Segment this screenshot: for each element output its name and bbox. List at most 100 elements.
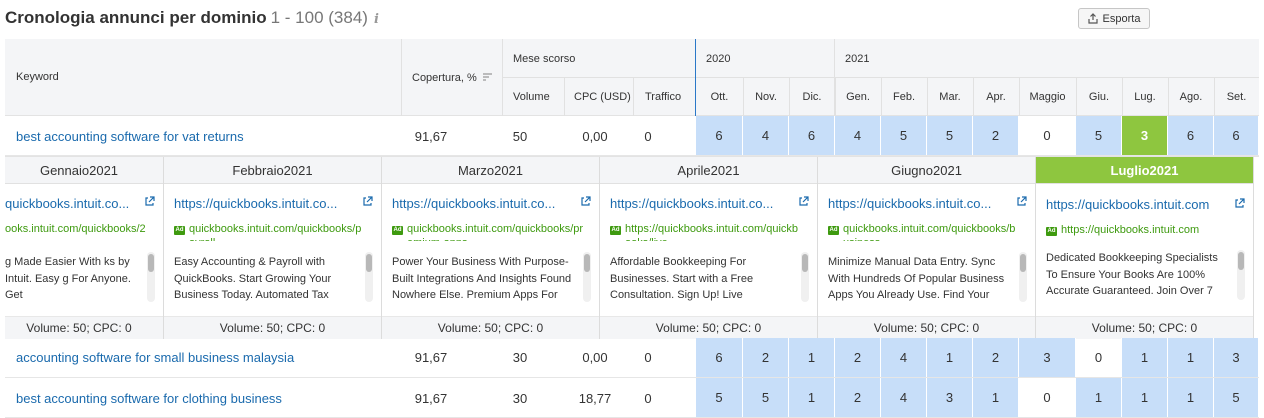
position-cell[interactable]: 5: [1214, 378, 1259, 417]
month-header: Dic.: [802, 91, 822, 103]
position-cell[interactable]: 1: [973, 378, 1019, 417]
position-cell[interactable]: 4: [881, 378, 927, 417]
month-header: Set.: [1226, 91, 1247, 103]
ad-month: Aprile2021: [600, 157, 817, 184]
col-coverage[interactable]: Copertura, %: [412, 72, 493, 84]
info-icon[interactable]: i: [374, 12, 379, 27]
ad-display-url: Ad https://quickbooks.intuit.com: [1046, 224, 1200, 236]
ad-month: Giugno2021: [818, 157, 1035, 184]
month-header: Mar.: [939, 91, 961, 103]
ad-scrollbar[interactable]: [1237, 250, 1245, 300]
position-cell[interactable]: 6: [789, 116, 835, 155]
keyword-link[interactable]: accounting software for small business m…: [16, 350, 294, 365]
coverage-value: 91,67: [414, 129, 448, 144]
ad-card: Marzo2021 https://quickbooks.intuit.co..…: [382, 157, 600, 339]
position-cell[interactable]: 1: [1168, 378, 1214, 417]
position-cell[interactable]: 3: [1122, 116, 1168, 155]
ad-description: Easy Accounting & Payroll with QuickBook…: [174, 256, 332, 301]
ad-scrollbar[interactable]: [801, 252, 809, 302]
traffic-value: 0: [644, 129, 652, 144]
external-link-icon[interactable]: [1016, 196, 1027, 207]
ad-stats: Volume: 50; CPC: 0: [382, 316, 599, 339]
position-cell[interactable]: 1: [789, 378, 835, 417]
ad-url-link[interactable]: https://quickbooks.intuit.co...: [174, 196, 337, 211]
ad-scrollbar[interactable]: [1019, 252, 1027, 302]
position-cell[interactable]: 2: [973, 338, 1019, 377]
col-cpc[interactable]: CPC (USD): [574, 91, 631, 103]
position-cell[interactable]: 3: [927, 378, 973, 417]
ad-display-url-tail: ayroll: [189, 237, 215, 241]
page-title: Cronologia annunci per dominio 1 - 100 (3…: [5, 8, 379, 28]
position-cell[interactable]: 4: [881, 338, 927, 377]
month-header: Gen.: [846, 91, 870, 103]
ad-stats: Volume: 50; CPC: 0: [600, 316, 817, 339]
external-link-icon[interactable]: [798, 196, 809, 207]
result-count: 1 - 100 (384): [270, 8, 368, 27]
ad-url-link[interactable]: quickbooks.intuit.co...: [5, 196, 129, 211]
col-volume[interactable]: Volume: [513, 91, 550, 103]
position-cell[interactable]: 2: [743, 338, 789, 377]
external-link-icon[interactable]: [580, 196, 591, 207]
ad-url-link[interactable]: https://quickbooks.intuit.co...: [392, 196, 555, 211]
col-traffic[interactable]: Traffico: [645, 91, 681, 103]
ad-description: Minimize Manual Data Entry. Sync With Hu…: [828, 256, 1005, 301]
ad-month: Gennaio2021: [5, 157, 163, 184]
position-cell[interactable]: 1: [1122, 338, 1168, 377]
ad-scrollbar[interactable]: [365, 252, 373, 302]
ad-badge-icon: Ad: [174, 226, 185, 235]
ad-stats: Volume: 50; CPC: 0: [164, 316, 381, 339]
external-link-icon[interactable]: [144, 196, 155, 207]
position-cell[interactable]: 3: [1019, 338, 1076, 377]
position-cell[interactable]: 4: [835, 116, 881, 155]
ad-display-url-tail: emium-apps: [407, 237, 468, 241]
ad-scrollbar[interactable]: [583, 252, 591, 302]
position-cell[interactable]: 1: [1076, 378, 1122, 417]
cpc-value: 0,00: [582, 129, 608, 144]
year-2021: 2021: [845, 53, 870, 65]
keyword-link[interactable]: best accounting software for clothing bu…: [16, 391, 282, 406]
external-link-icon[interactable]: [1234, 198, 1245, 209]
keyword-link[interactable]: best accounting software for vat returns: [16, 129, 244, 144]
position-cell[interactable]: 6: [696, 338, 743, 377]
position-cell[interactable]: 4: [743, 116, 789, 155]
volume-value: 50: [512, 129, 528, 144]
position-cell[interactable]: 2: [835, 378, 881, 417]
col-keyword[interactable]: Keyword: [16, 71, 59, 83]
ad-url-link[interactable]: https://quickbooks.intuit.com: [1046, 197, 1209, 212]
ad-url-link[interactable]: https://quickbooks.intuit.co...: [828, 196, 991, 211]
position-cell[interactable]: 5: [881, 116, 927, 155]
ad-badge-icon: Ad: [1046, 227, 1057, 236]
ad-scrollbar[interactable]: [147, 252, 155, 302]
position-cell[interactable]: 6: [696, 116, 743, 155]
position-cell[interactable]: 6: [1168, 116, 1214, 155]
col-last-month: Mese scorso: [513, 53, 576, 65]
ad-display-url: Ad quickbooks.intuit.com/quickbooks/pr: [392, 223, 584, 235]
ad-badge-icon: Ad: [828, 226, 839, 235]
ad-card-selected: Luglio2021 https://quickbooks.intuit.com…: [1036, 157, 1254, 339]
position-cell[interactable]: 5: [1076, 116, 1122, 155]
position-cell[interactable]: 5: [743, 378, 789, 417]
export-button[interactable]: Esporta: [1078, 8, 1150, 29]
ad-description: Affordable Bookkeeping For Businesses. S…: [610, 256, 754, 301]
position-cell[interactable]: 2: [835, 338, 881, 377]
ad-month: Marzo2021: [382, 157, 599, 184]
external-link-icon[interactable]: [362, 196, 373, 207]
position-cell[interactable]: 1: [1168, 338, 1214, 377]
position-cell[interactable]: 3: [1214, 338, 1259, 377]
ad-display-url: Ad https://quickbooks.intuit.com/quickb: [610, 223, 799, 235]
ad-stats: Volume: 50; CPC: 0: [1036, 316, 1253, 339]
ad-url-link[interactable]: https://quickbooks.intuit.co...: [610, 196, 773, 211]
ad-stats: Volume: 50; CPC: 0: [5, 316, 163, 339]
volume-value: 30: [512, 350, 528, 365]
position-cell[interactable]: 5: [927, 116, 973, 155]
position-cell[interactable]: 6: [1214, 116, 1259, 155]
sort-icon[interactable]: [482, 73, 493, 81]
position-cell[interactable]: 1: [1122, 378, 1168, 417]
position-cell[interactable]: 2: [973, 116, 1019, 155]
position-cell[interactable]: 1: [927, 338, 973, 377]
position-cell[interactable]: 1: [789, 338, 835, 377]
table-row: best accounting software for clothing bu…: [5, 378, 1259, 418]
position-cell[interactable]: 5: [696, 378, 743, 417]
ad-display-url: Ad quickbooks.intuit.com/quickbooks/p: [174, 223, 362, 235]
ad-card: Febbraio2021 https://quickbooks.intuit.c…: [164, 157, 382, 339]
